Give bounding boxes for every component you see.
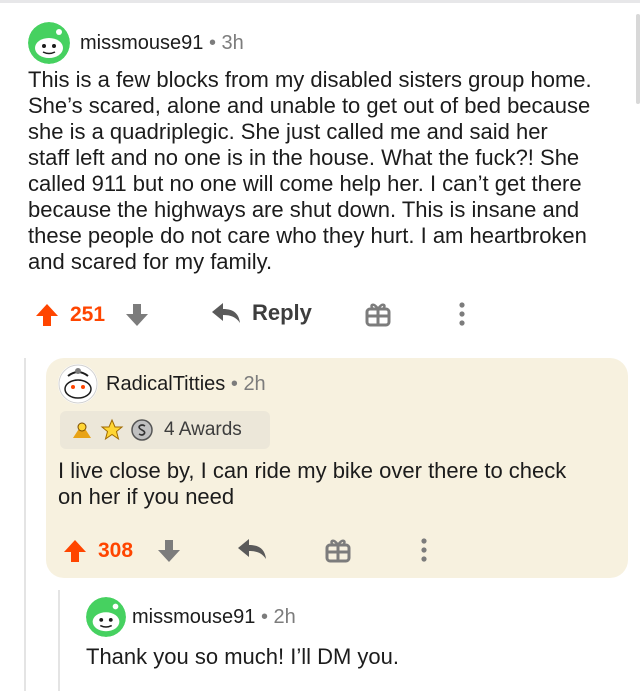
snoo-avatar-icon [86,597,126,637]
avatar[interactable] [58,364,98,404]
timestamp: 3h [221,32,244,54]
awards-count: 4 Awards [164,419,242,440]
comment-line: She’s scared, alone and unable to get ou… [28,93,591,118]
comment-line: called 911 but no one will come help her… [28,171,582,196]
comment-actions: 251 Reply [0,296,640,336]
comment-meta: missmouse91 • 2h [132,606,296,629]
award-icon [100,418,124,441]
comment-line: and scared for my family. [28,249,273,274]
timestamp: 2h [273,606,296,628]
thread-line[interactable] [58,590,60,691]
reply-icon [238,539,266,559]
comment-line: I live close by, I can ride my bike over… [58,458,567,483]
vote-score: 308 [98,539,134,562]
meta-separator: • [230,373,238,395]
comment-line: because the highways are shut down. This… [28,197,580,222]
meta-separator: • [260,606,268,628]
comment-actions: 308 [0,532,640,572]
reply-button[interactable]: Reply [210,300,312,326]
scrollbar[interactable] [636,14,640,104]
award-icon [73,422,91,438]
downvote-icon[interactable] [156,538,182,564]
top-divider [0,0,640,3]
comment-line: these people do not care who they hurt. … [28,223,587,248]
gift-icon[interactable] [324,536,352,564]
comment-line: she is a quadriplegic. She just called m… [28,119,548,144]
comment-body: This is a few blocks from my disabled si… [28,67,592,275]
thread-line[interactable] [24,358,26,691]
upvote-icon[interactable] [34,302,60,328]
reply-icon [212,303,240,323]
comment-meta: RadicalTitties • 2h [106,373,266,396]
comment-line: This is a few blocks from my disabled si… [28,67,592,92]
comment-body: Thank you so much! I’ll DM you. [86,644,399,670]
snoo-avatar-icon [28,22,70,64]
award-icon [131,419,153,441]
snoo-avatar-icon [58,364,98,404]
avatar[interactable] [86,597,126,637]
reply-label: Reply [252,300,312,325]
comment-body: I live close by, I can ride my bike over… [58,458,566,510]
more-options-icon[interactable] [456,300,468,328]
awards-bar[interactable]: 4 Awards [60,411,270,449]
comment-meta: missmouse91 • 3h [80,32,244,55]
timestamp: 2h [243,373,266,395]
reply-button[interactable] [236,536,268,562]
username[interactable]: missmouse91 [80,32,203,54]
gift-icon[interactable] [364,300,392,328]
avatar[interactable] [28,22,70,64]
username[interactable]: RadicalTitties [106,373,225,395]
meta-separator: • [208,32,216,54]
upvote-icon[interactable] [62,538,88,564]
comment-line: staff left and no one is in the house. W… [28,145,580,170]
username[interactable]: missmouse91 [132,606,255,628]
comment-line: Thank you so much! I’ll DM you. [86,644,400,669]
more-options-icon[interactable] [418,536,430,564]
downvote-icon[interactable] [124,302,150,328]
vote-score: 251 [70,303,106,326]
comment-line: on her if you need [58,484,235,509]
